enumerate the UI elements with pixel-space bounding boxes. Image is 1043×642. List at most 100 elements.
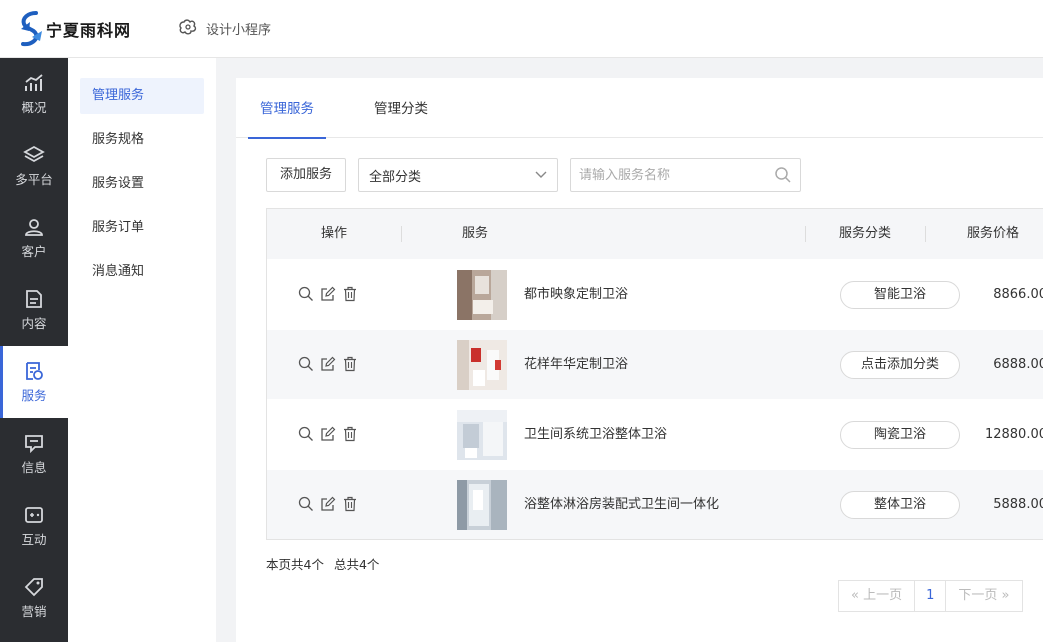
chart-icon: [25, 74, 43, 91]
category-tag[interactable]: 陶瓷卫浴: [840, 421, 960, 449]
delete-icon[interactable]: [342, 356, 358, 372]
page-number-button[interactable]: 1: [915, 581, 947, 611]
service-thumbnail: [457, 480, 507, 530]
layers-icon: [23, 145, 45, 163]
nav-marketing[interactable]: 营销: [0, 562, 68, 634]
message-icon: [25, 435, 43, 454]
mini-program-label: 设计小程序: [206, 23, 272, 38]
view-icon[interactable]: [298, 426, 314, 442]
view-icon[interactable]: [298, 496, 314, 512]
header-service: 服务: [462, 226, 489, 241]
category-tag[interactable]: 整体卫浴: [840, 491, 960, 519]
delete-icon[interactable]: [342, 426, 358, 442]
service-icon: [26, 362, 43, 380]
tab-bar: 管理服务 管理分类: [236, 78, 1043, 139]
search-icon[interactable]: [774, 166, 792, 184]
next-page-button[interactable]: 下一页 »: [946, 581, 1021, 611]
chevron-down-icon: [535, 171, 547, 178]
submenu-service-settings[interactable]: 服务设置: [80, 166, 204, 202]
nav-multiplatform-label: 多平台: [15, 172, 53, 187]
page-count-text: 本页共4个: [266, 557, 324, 572]
service-name[interactable]: 卫生间系统卫浴整体卫浴: [524, 400, 667, 470]
tab-manage-service[interactable]: 管理服务: [248, 78, 326, 139]
table-row: 浴整体淋浴房装配式卫生间一体化 整体卫浴 5888.00: [267, 469, 1043, 539]
content-panel: 管理服务 管理分类 添加服务 全部分类 操作 服务 服务分类 服务价格: [236, 78, 1043, 642]
pagination: « 上一页 1 下一页 »: [838, 580, 1023, 612]
nav-marketing-label: 营销: [21, 604, 47, 619]
prev-page-button[interactable]: « 上一页: [839, 581, 916, 611]
interact-icon: [25, 507, 43, 523]
category-select-value: 全部分类: [369, 169, 422, 185]
header-divider: [401, 226, 402, 242]
nav-service[interactable]: 服务: [0, 346, 68, 418]
logo-text: 宁夏雨科网: [46, 20, 132, 40]
category-select[interactable]: 全部分类: [358, 158, 559, 192]
nav-interact-label: 互动: [21, 532, 47, 547]
category-tag[interactable]: 智能卫浴: [840, 281, 960, 309]
add-service-button[interactable]: 添加服务: [266, 158, 347, 192]
row-actions: [298, 496, 358, 512]
service-thumbnail: [457, 340, 507, 390]
row-actions: [298, 426, 358, 442]
service-thumbnail: [457, 270, 507, 320]
service-price: 5888.00: [993, 497, 1043, 512]
total-count-text: 总共4个: [333, 557, 380, 572]
service-price: 6888.00: [993, 357, 1043, 372]
nav-service-label: 服务: [21, 388, 47, 403]
table-row: 都市映象定制卫浴 智能卫浴 8866.00: [267, 259, 1043, 329]
tab-manage-category[interactable]: 管理分类: [374, 78, 428, 138]
nav-customer-label: 客户: [21, 244, 47, 259]
user-icon: [25, 219, 43, 236]
table-summary: 本页共4个 总共4个: [266, 554, 379, 573]
tag-icon: [24, 578, 43, 597]
table-header: 操作 服务 服务分类 服务价格: [267, 209, 1043, 259]
nav-overview-label: 概况: [21, 100, 47, 115]
site-logo[interactable]: 宁夏雨科网: [18, 9, 173, 49]
edit-icon[interactable]: [320, 286, 336, 302]
nav-interact[interactable]: 互动: [0, 490, 68, 562]
submenu-service-orders[interactable]: 服务订单: [80, 210, 204, 246]
service-name[interactable]: 都市映象定制卫浴: [524, 260, 628, 330]
service-price: 8866.00: [993, 287, 1043, 302]
service-name[interactable]: 花样年华定制卫浴: [524, 330, 628, 400]
nav-message[interactable]: 信息: [0, 418, 68, 490]
header-divider: [805, 226, 806, 242]
logo-mark-icon: [18, 9, 44, 49]
row-actions: [298, 356, 358, 372]
nav-content[interactable]: 内容: [0, 274, 68, 346]
top-bar: 宁夏雨科网 设计小程序: [0, 0, 1043, 58]
service-submenu: 管理服务 服务规格 服务设置 服务订单 消息通知: [68, 58, 216, 642]
nav-message-label: 信息: [21, 460, 47, 475]
table-row: 卫生间系统卫浴整体卫浴 陶瓷卫浴 12880.00: [267, 399, 1043, 469]
category-tag[interactable]: 点击添加分类: [840, 351, 960, 379]
service-price: 12880.00: [984, 427, 1043, 442]
header-price: 服务价格: [967, 226, 1020, 241]
main-nav-rail: 概况 多平台 客户 内容 服务 信息 互动 营销: [0, 58, 68, 642]
delete-icon[interactable]: [342, 496, 358, 512]
edit-icon[interactable]: [320, 356, 336, 372]
nav-multiplatform[interactable]: 多平台: [0, 130, 68, 202]
next-page-label: 下一页: [958, 588, 998, 603]
nav-overview[interactable]: 概况: [0, 58, 68, 130]
design-mini-program-link[interactable]: 设计小程序: [178, 18, 272, 39]
table-row: 花样年华定制卫浴 点击添加分类 6888.00: [267, 329, 1043, 399]
header-ops: 操作: [321, 226, 348, 241]
search-input[interactable]: [579, 167, 760, 183]
nav-customer[interactable]: 客户: [0, 202, 68, 274]
view-icon[interactable]: [298, 286, 314, 302]
edit-icon[interactable]: [320, 426, 336, 442]
view-icon[interactable]: [298, 356, 314, 372]
header-category: 服务分类: [839, 226, 892, 241]
prev-page-label: 上一页: [863, 588, 903, 603]
submenu-notifications[interactable]: 消息通知: [80, 254, 204, 290]
mini-program-icon: [178, 18, 206, 39]
delete-icon[interactable]: [342, 286, 358, 302]
header-divider: [925, 226, 926, 242]
document-icon: [26, 290, 42, 308]
submenu-service-spec[interactable]: 服务规格: [80, 122, 204, 158]
nav-content-label: 内容: [21, 316, 47, 331]
service-name[interactable]: 浴整体淋浴房装配式卫生间一体化: [524, 470, 719, 540]
edit-icon[interactable]: [320, 496, 336, 512]
service-thumbnail: [457, 410, 507, 460]
submenu-manage-service[interactable]: 管理服务: [80, 78, 204, 114]
